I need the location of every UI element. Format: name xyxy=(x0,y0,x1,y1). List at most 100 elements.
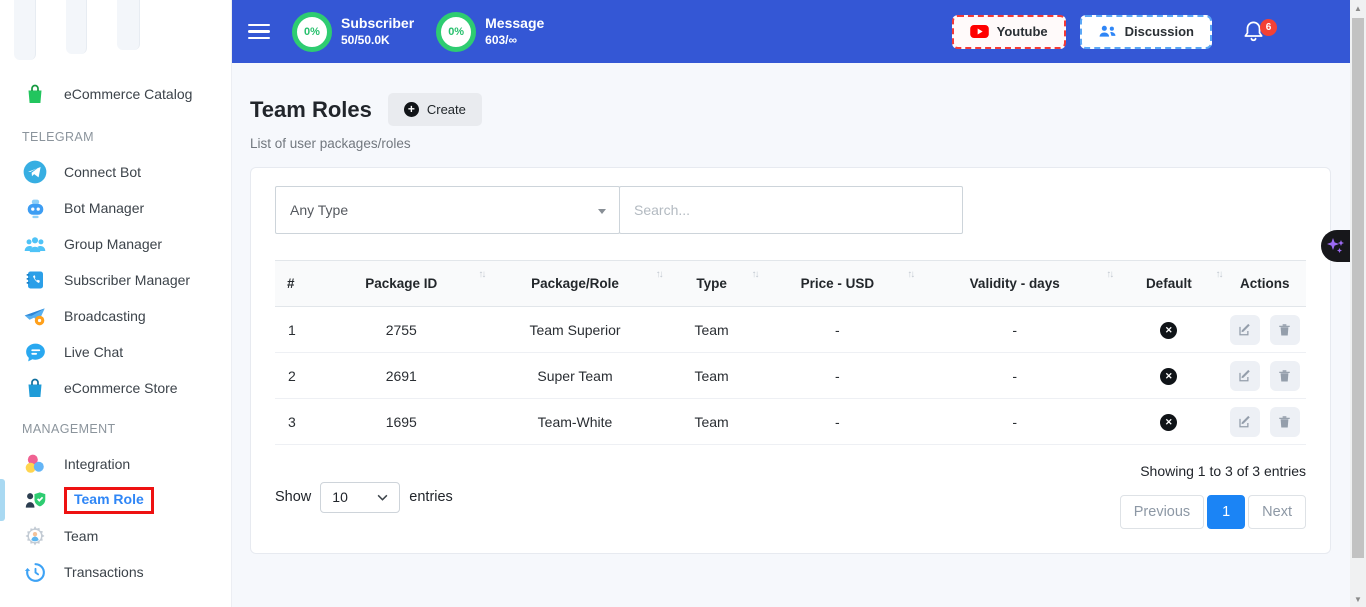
discussion-users-icon xyxy=(1098,24,1117,39)
logo-placeholder xyxy=(0,0,231,64)
cell-price: - xyxy=(760,353,916,399)
hamburger-menu-icon[interactable] xyxy=(248,24,270,39)
sidebar-item-team-role[interactable]: Team Role xyxy=(0,482,231,518)
message-progress-ring: 0% xyxy=(436,12,476,52)
edit-button[interactable] xyxy=(1230,407,1260,437)
sidebar-item-label: Subscriber Manager xyxy=(64,272,190,288)
notifications-bell[interactable]: 6 xyxy=(1242,19,1266,45)
ai-assistant-button[interactable] xyxy=(1321,230,1350,262)
sparkles-icon xyxy=(1326,235,1346,257)
previous-page-button[interactable]: Previous xyxy=(1120,495,1204,529)
chevron-down-icon xyxy=(377,494,388,501)
not-default-icon: ✕ xyxy=(1160,414,1177,431)
sidebar: eCommerce Catalog TELEGRAM Connect Bot B… xyxy=(0,0,232,607)
sort-icon: ↑↓ xyxy=(907,269,913,280)
edit-button[interactable] xyxy=(1230,361,1260,391)
contact-book-icon xyxy=(22,267,48,293)
cell-package-role: Super Team xyxy=(486,353,663,399)
sidebar-item-group-manager[interactable]: Group Manager xyxy=(0,226,231,262)
cell-type: Team xyxy=(664,307,760,353)
sidebar-item-label: Team Role xyxy=(74,491,144,507)
message-stat-value: 603/∞ xyxy=(485,33,544,48)
integration-circles-icon xyxy=(22,451,48,477)
column-header-package-id[interactable]: Package ID↑↓ xyxy=(316,261,486,307)
scrollbar-down-arrow[interactable]: ▼ xyxy=(1350,591,1366,607)
sidebar-item-transactions[interactable]: Transactions xyxy=(0,554,231,590)
team-roles-table: # Package ID↑↓ Package/Role↑↓ Type↑↓ Pri… xyxy=(275,260,1306,445)
subscriber-progress-ring: 0% xyxy=(292,12,332,52)
scrollbar-thumb[interactable] xyxy=(1352,18,1364,558)
page-size-value: 10 xyxy=(332,489,348,505)
search-input[interactable] xyxy=(619,186,963,234)
delete-button[interactable] xyxy=(1270,361,1300,391)
message-stat: 0% Message 603/∞ xyxy=(436,12,544,52)
sidebar-item-ecommerce-store[interactable]: eCommerce Store xyxy=(0,370,231,406)
table-row: 1 2755 Team Superior Team - - ✕ xyxy=(275,307,1306,353)
cell-package-id: 2691 xyxy=(316,353,486,399)
show-label: Show xyxy=(275,489,311,505)
cell-default: ✕ xyxy=(1114,399,1223,445)
discussion-button-label: Discussion xyxy=(1125,24,1194,39)
role-shield-icon xyxy=(22,487,48,513)
cell-validity: - xyxy=(915,399,1114,445)
sidebar-item-label: eCommerce Catalog xyxy=(64,86,192,102)
column-header-type[interactable]: Type↑↓ xyxy=(664,261,760,307)
sidebar-item-label: Team xyxy=(64,528,98,544)
sidebar-item-connect-bot[interactable]: Connect Bot xyxy=(0,154,231,190)
scrollbar-up-arrow[interactable]: ▲ xyxy=(1350,0,1366,16)
table-row: 2 2691 Super Team Team - - ✕ xyxy=(275,353,1306,399)
sidebar-item-integration[interactable]: Integration xyxy=(0,446,231,482)
sidebar-item-bot-manager[interactable]: Bot Manager xyxy=(0,190,231,226)
current-page-button[interactable]: 1 xyxy=(1207,495,1245,529)
not-default-icon: ✕ xyxy=(1160,368,1177,385)
cell-package-id: 1695 xyxy=(316,399,486,445)
transactions-clock-icon xyxy=(22,559,48,585)
store-bag-icon xyxy=(22,375,48,401)
sidebar-item-live-chat[interactable]: Live Chat xyxy=(0,334,231,370)
column-header-package-role[interactable]: Package/Role↑↓ xyxy=(486,261,663,307)
table-header-row: # Package ID↑↓ Package/Role↑↓ Type↑↓ Pri… xyxy=(275,261,1306,307)
message-stat-label: Message xyxy=(485,15,544,33)
sidebar-item-subscriber-manager[interactable]: Subscriber Manager xyxy=(0,262,231,298)
edit-button[interactable] xyxy=(1230,315,1260,345)
telegram-icon xyxy=(22,159,48,185)
column-header-actions: Actions xyxy=(1223,261,1306,307)
column-header-validity[interactable]: Validity - days↑↓ xyxy=(915,261,1114,307)
column-header-price[interactable]: Price - USD↑↓ xyxy=(760,261,916,307)
youtube-button-label: Youtube xyxy=(997,24,1048,39)
create-button[interactable]: + Create xyxy=(388,93,482,126)
not-default-icon: ✕ xyxy=(1160,322,1177,339)
shopping-bag-icon xyxy=(22,81,48,107)
cell-validity: - xyxy=(915,353,1114,399)
delete-button[interactable] xyxy=(1270,407,1300,437)
discussion-button[interactable]: Discussion xyxy=(1080,15,1212,49)
next-page-button[interactable]: Next xyxy=(1248,495,1306,529)
sidebar-item-ecommerce-catalog[interactable]: eCommerce Catalog xyxy=(0,74,231,114)
sidebar-item-label: Integration xyxy=(64,456,130,472)
create-button-label: Create xyxy=(427,102,466,117)
chat-bubble-icon xyxy=(22,339,48,365)
sidebar-item-team[interactable]: Team xyxy=(0,518,231,554)
cell-package-role: Team-White xyxy=(486,399,663,445)
sidebar-item-label: eCommerce Store xyxy=(64,380,178,396)
cell-type: Team xyxy=(664,399,760,445)
subscriber-stat-value: 50/50.0K xyxy=(341,33,414,48)
column-header-index: # xyxy=(275,261,316,307)
delete-button[interactable] xyxy=(1270,315,1300,345)
cell-type: Team xyxy=(664,353,760,399)
sidebar-item-broadcasting[interactable]: Broadcasting xyxy=(0,298,231,334)
page-size-select[interactable]: 10 xyxy=(320,482,400,513)
team-gear-icon xyxy=(22,523,48,549)
topbar: 0% Subscriber 50/50.0K 0% Message 603/∞ … xyxy=(232,0,1350,63)
cell-index: 3 xyxy=(275,399,316,445)
sidebar-item-label: Live Chat xyxy=(64,344,123,360)
table-row: 3 1695 Team-White Team - - ✕ xyxy=(275,399,1306,445)
type-filter-select[interactable]: Any Type xyxy=(275,186,620,234)
plus-circle-icon: + xyxy=(404,102,419,117)
column-header-default[interactable]: Default↑↓ xyxy=(1114,261,1223,307)
sidebar-section-management: MANAGEMENT xyxy=(0,406,231,446)
vertical-scrollbar[interactable]: ▲ ▼ xyxy=(1350,0,1366,607)
main-content: Team Roles + Create List of user package… xyxy=(232,63,1350,607)
youtube-button[interactable]: Youtube xyxy=(952,15,1066,49)
robot-icon xyxy=(22,195,48,221)
